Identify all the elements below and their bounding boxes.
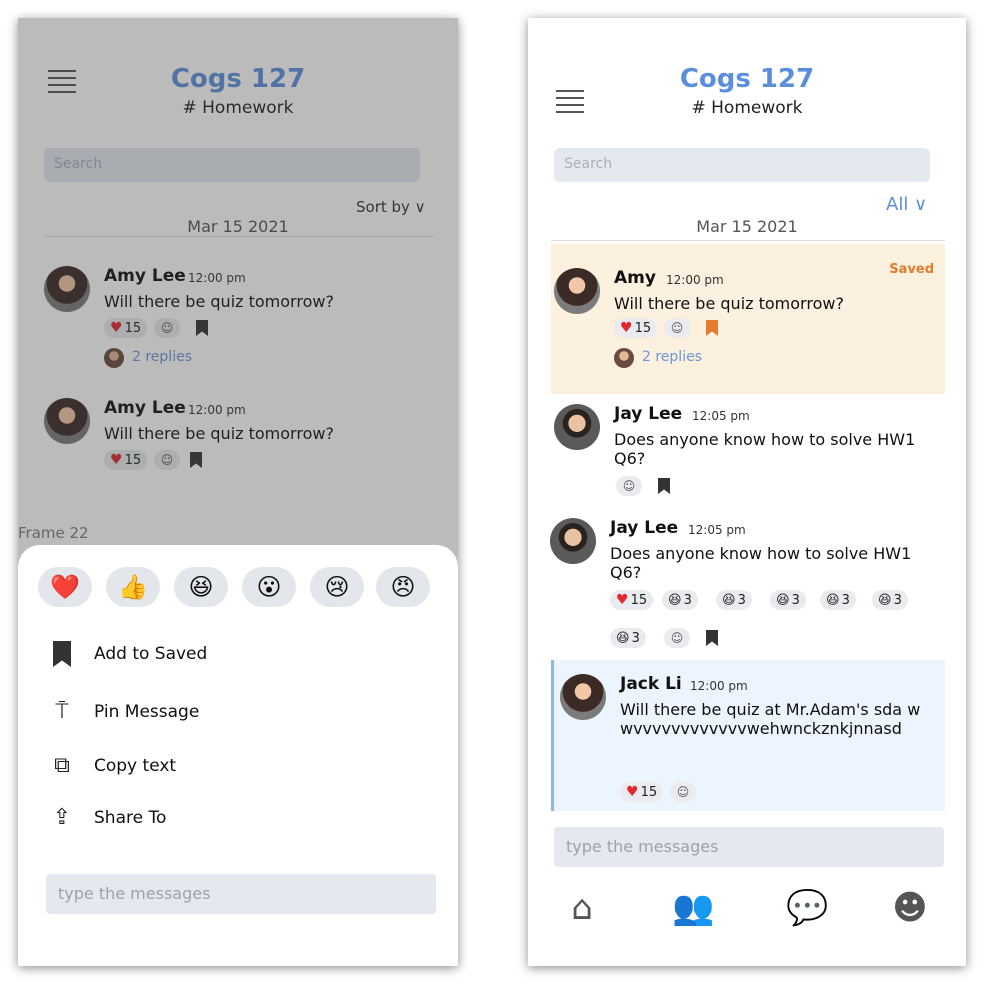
reaction-count: 3 <box>893 592 902 608</box>
thumbs-up-emoji-button[interactable]: 👍 <box>106 567 160 607</box>
sender-name: Jay Lee <box>614 404 683 424</box>
laugh-icon: 😆 <box>826 592 840 608</box>
heart-icon: ♥ <box>616 592 629 608</box>
message-text: Does anyone know how to solve HW1 Q6? <box>610 544 912 582</box>
message-time: 12:05 pm <box>692 409 750 423</box>
laugh-reaction[interactable]: 😆 3 <box>610 628 646 648</box>
laugh-icon: 😆 <box>668 592 682 608</box>
add-to-saved-action[interactable]: Add to Saved <box>50 641 207 667</box>
saved-badge: Saved <box>889 262 934 277</box>
bottom-nav: ⌂ 👥 💬 ☻ <box>528 888 966 938</box>
avatar <box>554 404 600 450</box>
heart-reaction[interactable]: ♥ 15 <box>614 318 658 338</box>
add-reaction-icon[interactable]: ☺ <box>670 782 696 802</box>
heart-emoji-button[interactable]: ❤️ <box>38 567 92 607</box>
bookmark-icon <box>50 641 74 667</box>
bookmark-icon[interactable] <box>706 630 718 646</box>
filter-dropdown[interactable]: All ∨ <box>886 194 927 215</box>
heart-icon: ♥ <box>620 320 633 336</box>
frame-label: Frame 22 <box>18 524 89 542</box>
chat-icon[interactable]: 💬 <box>786 888 828 928</box>
message-time: 12:00 pm <box>666 273 724 287</box>
heart-reaction[interactable]: ♥ 15 <box>620 782 664 802</box>
date-header: Mar 15 2021 <box>696 217 798 236</box>
sender-name: Jay Lee <box>610 518 679 538</box>
message-text: Will there be quiz at Mr.Adam's sda wwvv… <box>620 700 921 738</box>
action-label: Add to Saved <box>94 644 208 664</box>
message-text: Does anyone know how to solve HW1 Q6? <box>614 430 916 468</box>
heart-reaction[interactable]: ♥ 15 <box>610 590 654 610</box>
message-text: Will there be quiz tomorrow? <box>614 294 844 313</box>
avatar <box>560 674 606 720</box>
add-reaction-icon[interactable]: ☺ <box>616 476 642 496</box>
copy-icon: ⧉ <box>54 753 70 778</box>
right-screen: Cogs 127 # Homework Search All ∨ Mar 15 … <box>528 18 966 966</box>
avatar <box>554 268 600 314</box>
action-label: Share To <box>94 807 167 828</box>
channel-name: # Homework <box>691 98 803 118</box>
pin-message-action[interactable]: ⍑ Pin Message <box>50 699 199 724</box>
reaction-count: 15 <box>630 592 648 608</box>
home-icon[interactable]: ⌂ <box>562 888 602 928</box>
laugh-icon: 😆 <box>776 592 790 608</box>
reaction-count: 3 <box>631 630 640 646</box>
add-reaction-icon[interactable]: ☺ <box>664 318 690 338</box>
add-reaction-icon[interactable]: ☺ <box>664 628 690 648</box>
replies-link[interactable]: 2 replies <box>642 349 702 365</box>
reaction-count: 15 <box>640 784 658 800</box>
laugh-reaction[interactable]: 😆 3 <box>770 590 806 610</box>
laugh-reaction[interactable]: 😆 3 <box>820 590 856 610</box>
search-input[interactable]: Search <box>554 148 930 182</box>
page-title: Cogs 127 <box>679 64 815 94</box>
action-label: Pin Message <box>94 701 200 722</box>
laugh-reaction[interactable]: 😆 3 <box>662 590 698 610</box>
avatar <box>550 518 596 564</box>
laugh-reaction[interactable]: 😆 3 <box>872 590 908 610</box>
laugh-reaction[interactable]: 😆 3 <box>716 590 752 610</box>
sender-name: Amy <box>614 268 656 288</box>
message-input[interactable]: type the messages <box>554 827 944 867</box>
message-input[interactable]: type the messages <box>46 874 436 914</box>
laugh-icon: 😆 <box>616 630 630 646</box>
bookmark-icon[interactable] <box>658 478 670 494</box>
cry-emoji-button[interactable]: 😢 <box>310 567 364 607</box>
reaction-count: 3 <box>737 592 746 608</box>
message-time: 12:00 pm <box>690 679 748 693</box>
share-to-action[interactable]: ⇪ Share To <box>50 805 167 830</box>
laugh-icon: 😆 <box>878 592 892 608</box>
reaction-count: 3 <box>841 592 850 608</box>
message-actions-sheet: ❤️ 👍 😆 😮 😢 😠 Add to Saved ⍑ Pin Message … <box>18 545 458 966</box>
heart-icon: ♥ <box>626 784 639 800</box>
copy-text-action[interactable]: ⧉ Copy text <box>50 753 176 778</box>
reaction-count: 3 <box>791 592 800 608</box>
reply-avatar <box>614 348 634 368</box>
pin-icon: ⍑ <box>55 699 69 724</box>
surprised-emoji-button[interactable]: 😮 <box>242 567 296 607</box>
saved-message-highlight <box>551 244 945 394</box>
laugh-icon: 😆 <box>722 592 736 608</box>
profile-icon[interactable]: ☻ <box>890 888 930 928</box>
sender-name: Jack Li <box>620 674 682 694</box>
reaction-count: 15 <box>634 320 652 336</box>
action-label: Copy text <box>94 755 177 776</box>
share-icon: ⇪ <box>52 805 72 830</box>
left-screen: Cogs 127 # Homework Search Sort by ∨ Mar… <box>18 18 458 966</box>
laugh-emoji-button[interactable]: 😆 <box>174 567 228 607</box>
angry-emoji-button[interactable]: 😠 <box>376 567 430 607</box>
reaction-count: 3 <box>683 592 692 608</box>
divider <box>551 240 945 241</box>
people-icon[interactable]: 👥 <box>672 888 714 928</box>
message-time: 12:05 pm <box>688 523 746 537</box>
